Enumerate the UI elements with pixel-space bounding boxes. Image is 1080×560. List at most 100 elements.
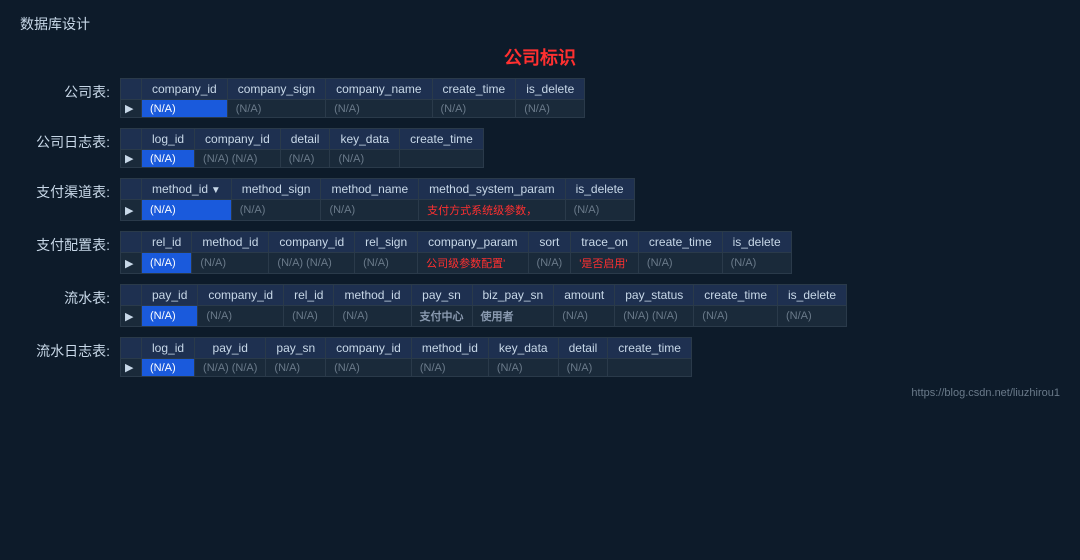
col-header-8: is_delete xyxy=(722,232,791,253)
col-header-4: is_delete xyxy=(516,79,585,100)
table-cell-0-1: (N/A) xyxy=(198,306,284,327)
table-cell-0-6: '是否启用' xyxy=(571,253,639,274)
col-header-3: company_id xyxy=(326,338,412,359)
col-header-1: company_id xyxy=(195,129,281,150)
table-cell-0-2: (N/A) xyxy=(280,150,330,168)
table-cell-0-3: (N/A) xyxy=(432,100,516,118)
col-arrow-header xyxy=(121,285,142,306)
col-arrow-header xyxy=(121,338,142,359)
db-table-3: rel_idmethod_idcompany_idrel_signcompany… xyxy=(120,231,792,274)
col-header-7: create_time xyxy=(638,232,722,253)
row-arrow: ▶ xyxy=(121,200,142,221)
center-title: 公司标识 xyxy=(20,44,1060,70)
table-label-1: 公司日志表: xyxy=(20,128,120,152)
table-section-0: 公司表:company_idcompany_signcompany_namecr… xyxy=(20,78,1060,118)
col-header-2: detail xyxy=(280,129,330,150)
table-cell-0-3: (N/A) xyxy=(330,150,400,168)
table-cell-0-3: (N/A) xyxy=(334,306,411,327)
table-cell-0-4 xyxy=(400,150,484,168)
col-header-0: method_id xyxy=(142,179,232,200)
db-table-4: pay_idcompany_idrel_idmethod_idpay_snbiz… xyxy=(120,284,847,327)
col-header-6: trace_on xyxy=(571,232,639,253)
table-cell-0-6: (N/A) xyxy=(558,359,608,377)
col-arrow-header xyxy=(121,79,142,100)
db-table-wrapper-3: rel_idmethod_idcompany_idrel_signcompany… xyxy=(120,231,1060,274)
table-cell-0-7: (N/A) xyxy=(638,253,722,274)
table-cell-0-4: 公司级参数配置' xyxy=(418,253,528,274)
col-header-3: create_time xyxy=(432,79,516,100)
col-header-2: company_id xyxy=(269,232,355,253)
footer-url: https://blog.csdn.net/liuzhirou1 xyxy=(20,387,1060,399)
table-cell-0-0: (N/A) xyxy=(142,100,228,118)
col-header-5: biz_pay_sn xyxy=(472,285,554,306)
col-header-2: pay_sn xyxy=(266,338,326,359)
db-table-5: log_idpay_idpay_sncompany_idmethod_idkey… xyxy=(120,337,692,377)
table-cell-0-1: (N/A) xyxy=(231,200,321,221)
table-cell-0-4: (N/A) xyxy=(565,200,634,221)
table-cell-0-1: (N/A) (N/A) xyxy=(195,150,281,168)
col-header-9: is_delete xyxy=(778,285,847,306)
col-header-4: create_time xyxy=(400,129,484,150)
db-table-wrapper-2: method_idmethod_signmethod_namemethod_sy… xyxy=(120,178,1060,221)
table-label-0: 公司表: xyxy=(20,78,120,102)
table-cell-0-1: (N/A) xyxy=(227,100,325,118)
col-header-3: method_system_param xyxy=(419,179,565,200)
table-cell-0-0: (N/A) xyxy=(142,150,195,168)
row-arrow: ▶ xyxy=(121,306,142,327)
col-header-6: amount xyxy=(554,285,615,306)
col-header-0: log_id xyxy=(142,338,195,359)
table-row-0: ▶(N/A)(N/A)(N/A)支付方式系统级参数，(N/A) xyxy=(121,200,635,221)
col-header-1: pay_id xyxy=(195,338,266,359)
table-label-4: 流水表: xyxy=(20,284,120,308)
table-label-5: 流水日志表: xyxy=(20,337,120,361)
table-row-0: ▶(N/A)(N/A) (N/A)(N/A)(N/A)(N/A)(N/A)(N/… xyxy=(121,359,692,377)
col-header-8: create_time xyxy=(694,285,778,306)
row-arrow: ▶ xyxy=(121,253,142,274)
col-header-4: is_delete xyxy=(565,179,634,200)
col-header-1: company_sign xyxy=(227,79,325,100)
table-cell-0-7: (N/A) (N/A) xyxy=(615,306,694,327)
table-cell-0-0: (N/A) xyxy=(142,359,195,377)
table-cell-0-2: (N/A) xyxy=(321,200,419,221)
col-header-2: rel_id xyxy=(284,285,334,306)
table-cell-0-1: (N/A) xyxy=(192,253,269,274)
row-arrow: ▶ xyxy=(121,359,142,377)
table-section-1: 公司日志表:log_idcompany_iddetailkey_datacrea… xyxy=(20,128,1060,168)
col-header-4: company_param xyxy=(418,232,528,253)
table-cell-0-9: (N/A) xyxy=(778,306,847,327)
table-cell-0-5: 使用者 xyxy=(472,306,554,327)
col-header-3: rel_sign xyxy=(355,232,418,253)
col-arrow-header xyxy=(121,179,142,200)
table-cell-0-2: (N/A) xyxy=(326,100,432,118)
table-section-2: 支付渠道表:method_idmethod_signmethod_namemet… xyxy=(20,178,1060,221)
table-cell-0-2: (N/A) (N/A) xyxy=(269,253,355,274)
col-header-7: pay_status xyxy=(615,285,694,306)
table-row-0: ▶(N/A)(N/A)(N/A)(N/A)支付中心使用者(N/A)(N/A) (… xyxy=(121,306,847,327)
col-header-7: create_time xyxy=(608,338,692,359)
db-table-wrapper-5: log_idpay_idpay_sncompany_idmethod_idkey… xyxy=(120,337,1060,377)
table-cell-0-4: (N/A) xyxy=(411,359,488,377)
col-header-2: company_name xyxy=(326,79,432,100)
table-cell-0-4: (N/A) xyxy=(516,100,585,118)
table-cell-0-6: (N/A) xyxy=(554,306,615,327)
col-header-4: method_id xyxy=(411,338,488,359)
table-row-0: ▶(N/A)(N/A) (N/A)(N/A)(N/A) xyxy=(121,150,484,168)
table-cell-0-4: 支付中心 xyxy=(411,306,472,327)
db-table-wrapper-4: pay_idcompany_idrel_idmethod_idpay_snbiz… xyxy=(120,284,1060,327)
db-table-wrapper-1: log_idcompany_iddetailkey_datacreate_tim… xyxy=(120,128,1060,168)
table-cell-0-0: (N/A) xyxy=(142,253,192,274)
table-cell-0-0: (N/A) xyxy=(142,306,198,327)
table-cell-0-3: (N/A) xyxy=(326,359,412,377)
table-cell-0-2: (N/A) xyxy=(284,306,334,327)
db-table-wrapper-0: company_idcompany_signcompany_namecreate… xyxy=(120,78,1060,118)
page-title: 数据库设计 xyxy=(20,14,1060,34)
table-cell-0-1: (N/A) (N/A) xyxy=(195,359,266,377)
col-header-6: detail xyxy=(558,338,608,359)
col-header-0: rel_id xyxy=(142,232,192,253)
db-table-1: log_idcompany_iddetailkey_datacreate_tim… xyxy=(120,128,484,168)
table-cell-0-2: (N/A) xyxy=(266,359,326,377)
col-arrow-header xyxy=(121,232,142,253)
col-header-1: company_id xyxy=(198,285,284,306)
col-header-2: method_name xyxy=(321,179,419,200)
col-header-3: method_id xyxy=(334,285,411,306)
